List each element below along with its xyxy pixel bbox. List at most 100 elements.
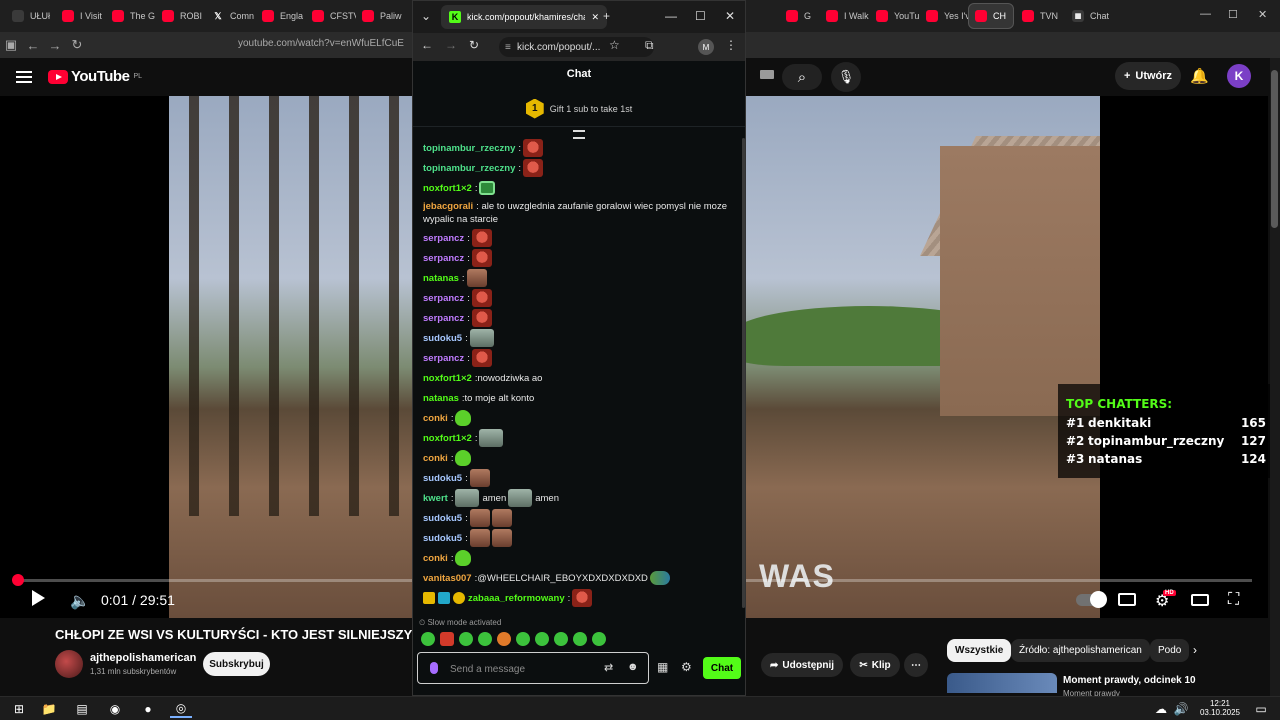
emote-icon[interactable] bbox=[469, 469, 490, 487]
emoji-icon[interactable]: ☻ bbox=[627, 661, 639, 673]
scrollbar-thumb[interactable] bbox=[1271, 70, 1278, 228]
channel-avatar[interactable] bbox=[55, 650, 83, 678]
chat-username[interactable]: noxfort1×2 bbox=[423, 432, 472, 445]
chat-username[interactable]: serpancz bbox=[423, 312, 464, 325]
chat-message[interactable]: serpancz: bbox=[423, 288, 743, 308]
browser-tab[interactable]: Paliw bbox=[356, 3, 406, 29]
chevron-right-icon[interactable]: › bbox=[1193, 643, 1197, 657]
bookmark-star-icon[interactable]: ☆ bbox=[609, 38, 620, 52]
chat-username[interactable]: noxfort1×2 bbox=[423, 372, 472, 385]
maximize-icon[interactable]: ☐ bbox=[695, 9, 706, 23]
search-icon[interactable]: ⌕ bbox=[782, 64, 822, 90]
chat-message[interactable]: natanas: bbox=[423, 268, 743, 288]
emote-button[interactable] bbox=[516, 632, 530, 646]
recommended-title[interactable]: Moment prawdy, odcinek 10 bbox=[1063, 675, 1196, 686]
subtitles-icon[interactable] bbox=[1118, 593, 1136, 606]
emote-button[interactable] bbox=[592, 632, 606, 646]
chat-username[interactable]: noxfort1×2 bbox=[423, 182, 472, 195]
chat-scrollbar[interactable] bbox=[742, 138, 745, 608]
emote-button[interactable] bbox=[459, 632, 473, 646]
chat-message[interactable]: zabaaa_reformowany: bbox=[423, 588, 743, 608]
close-window-icon[interactable]: ✕ bbox=[725, 9, 735, 23]
chat-message[interactable]: sudoku5: bbox=[423, 508, 743, 528]
chat-message[interactable]: topinambur_rzeczny: bbox=[423, 158, 743, 178]
subscribe-button[interactable]: Subskrybuj bbox=[203, 652, 270, 676]
chat-username[interactable]: topinambur_rzeczny bbox=[423, 142, 515, 155]
maximize-icon[interactable]: ☐ bbox=[1228, 8, 1238, 21]
avatar[interactable]: K bbox=[1227, 64, 1251, 88]
emote-icon[interactable] bbox=[491, 529, 512, 547]
chat-message[interactable]: vanitas007: @WHEELCHAIR_EBOYXDXDXDXDXD bbox=[423, 568, 743, 588]
chat-message[interactable]: serpancz: bbox=[423, 228, 743, 248]
more-actions-icon[interactable]: ⋯ bbox=[904, 653, 928, 677]
user-badge-icon[interactable] bbox=[438, 592, 450, 604]
microphone-icon[interactable]: 🎙 bbox=[831, 62, 861, 92]
microphone-icon[interactable] bbox=[430, 662, 438, 674]
chat-username[interactable]: conki bbox=[423, 552, 448, 565]
notification-center-icon[interactable]: ▭ bbox=[1250, 700, 1272, 718]
emote-icon[interactable] bbox=[471, 229, 492, 247]
chat-message[interactable]: conki: bbox=[423, 548, 743, 568]
user-badge-icon[interactable] bbox=[453, 592, 465, 604]
wifi-icon[interactable]: ☁ bbox=[1150, 700, 1172, 718]
notifications-icon[interactable]: 🔔 bbox=[1190, 67, 1209, 85]
steam-icon[interactable]: ◉ bbox=[104, 700, 126, 718]
browser-tab[interactable]: I Walk bbox=[820, 3, 870, 29]
chat-username[interactable]: vanitas007 bbox=[423, 572, 472, 585]
chat-input-box[interactable]: ⇄ ☻ bbox=[417, 652, 649, 684]
extensions-icon[interactable]: ⧉ bbox=[645, 38, 654, 53]
tab-list-icon[interactable]: ⌄ bbox=[421, 9, 431, 23]
browser-tab[interactable]: I Visit bbox=[56, 3, 106, 29]
autoplay-toggle[interactable] bbox=[1076, 591, 1107, 608]
emote-icon[interactable] bbox=[466, 269, 487, 287]
windows-start-icon[interactable]: ⊞ bbox=[8, 700, 30, 718]
browser-tab[interactable]: ROBI bbox=[156, 3, 206, 29]
back-icon[interactable]: ← bbox=[421, 38, 433, 52]
emote-icon[interactable] bbox=[471, 349, 492, 367]
browser-tab[interactable]: The G bbox=[106, 3, 156, 29]
browser-tab[interactable]: TVN bbox=[1016, 3, 1066, 29]
clock-time[interactable]: 12:21 bbox=[1204, 699, 1236, 708]
chat-message[interactable]: jebacgorali: ale to uwzglednia zaufanie … bbox=[423, 198, 743, 228]
file-explorer-icon[interactable]: 📁 bbox=[38, 700, 60, 718]
chat-input[interactable] bbox=[450, 660, 590, 678]
emote-icon[interactable] bbox=[469, 529, 490, 547]
send-chat-button[interactable]: Chat bbox=[703, 657, 741, 679]
browser-tab[interactable]: 𝕏 Comn bbox=[206, 3, 256, 29]
chat-message[interactable]: sudoku5: bbox=[423, 328, 743, 348]
emote-button[interactable] bbox=[421, 632, 435, 646]
browser-tab[interactable]: YouTu bbox=[870, 3, 920, 29]
translate-icon[interactable]: ⇄ bbox=[604, 661, 613, 674]
chat-username[interactable]: topinambur_rzeczny bbox=[423, 162, 515, 175]
emote-icon[interactable] bbox=[479, 181, 496, 195]
recommended-thumbnail[interactable] bbox=[947, 673, 1057, 693]
more-menu-icon[interactable]: ⋮ bbox=[725, 38, 737, 52]
popup-tab[interactable]: K kick.com/popout/khamires/cha ✕ bbox=[441, 5, 607, 29]
chat-message[interactable]: noxfort1×2: bbox=[423, 428, 743, 448]
menu-icon[interactable] bbox=[16, 71, 32, 83]
share-button[interactable]: ➦ Udostępnij bbox=[761, 653, 843, 677]
emote-icon[interactable] bbox=[469, 329, 494, 347]
emote-icon[interactable] bbox=[471, 289, 492, 307]
emote-button[interactable] bbox=[554, 632, 568, 646]
chat-username[interactable]: conki bbox=[423, 452, 448, 465]
profile-avatar[interactable]: M bbox=[698, 39, 714, 55]
chat-message[interactable]: serpancz: bbox=[423, 248, 743, 268]
chat-message[interactable]: conki: bbox=[423, 408, 743, 428]
gear-icon[interactable]: ⚙ bbox=[681, 660, 692, 674]
browser-tab[interactable]: ▦ Chat bbox=[1066, 3, 1118, 29]
browser-tab[interactable]: Yes I'v bbox=[920, 3, 970, 29]
clip-button[interactable]: ✂ Klip bbox=[850, 653, 900, 677]
sidebar-toggle-icon[interactable]: ▣ bbox=[0, 37, 22, 53]
forward-icon[interactable]: → bbox=[445, 38, 457, 52]
chrome-icon[interactable]: ◎ bbox=[170, 700, 192, 718]
emote-button[interactable] bbox=[440, 632, 454, 646]
emote-icon[interactable] bbox=[469, 509, 490, 527]
minimize-icon[interactable]: — bbox=[1200, 8, 1211, 20]
new-tab-icon[interactable]: + bbox=[603, 9, 610, 23]
emote-icon[interactable] bbox=[491, 509, 512, 527]
chat-message[interactable]: serpancz: bbox=[423, 308, 743, 328]
browser-tab[interactable]: CFSTV bbox=[306, 3, 356, 29]
close-tab-icon[interactable]: ✕ bbox=[591, 12, 599, 23]
chat-message[interactable]: sudoku5: bbox=[423, 468, 743, 488]
